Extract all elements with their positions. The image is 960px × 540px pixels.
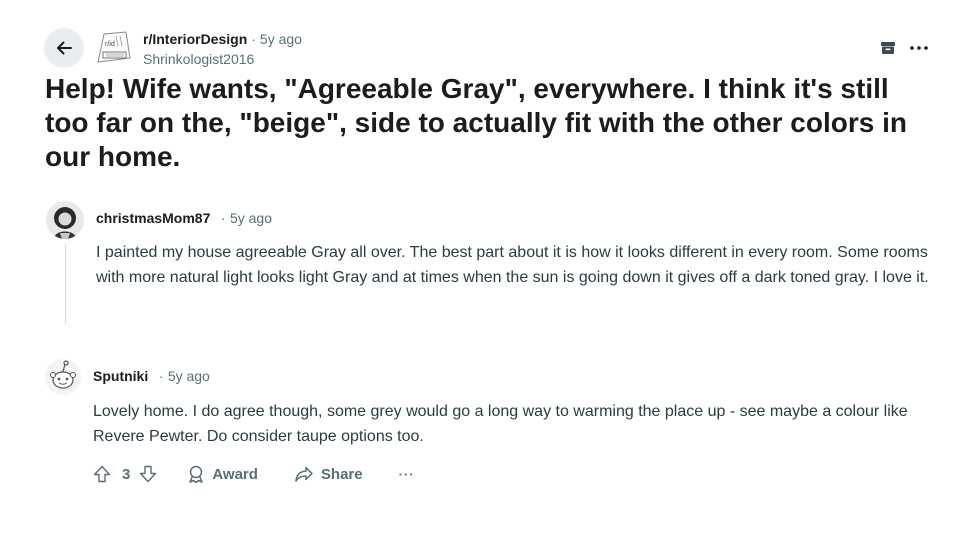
comment-body: I painted my house agreeable Gray all ov…: [96, 244, 929, 286]
post-author[interactable]: Shrinkologist2016: [143, 51, 254, 67]
downvote-button[interactable]: [138, 464, 158, 484]
archive-icon[interactable]: [880, 40, 896, 56]
comment-more-button[interactable]: ···: [399, 467, 415, 482]
award-button[interactable]: Award: [186, 464, 258, 484]
share-icon: [295, 466, 313, 482]
more-options-button[interactable]: [908, 40, 930, 56]
upvote-button[interactable]: [92, 464, 112, 484]
post-meta: r/InteriorDesign · 5y ago: [143, 31, 302, 47]
award-icon: [189, 465, 204, 484]
downvote-arrow-icon: [140, 465, 157, 483]
meta-separator: ·: [251, 31, 256, 47]
share-label: Share: [320, 465, 363, 483]
post-title: Help! Wife wants, "Agreeable Gray", ever…: [45, 73, 907, 172]
comment-body: Lovely home. I do agree though, some gre…: [93, 403, 908, 445]
comment-time: 5y ago: [167, 368, 210, 384]
comment-header: Sputniki · 5y ago: [93, 368, 210, 386]
subreddit-avatar[interactable]: r/id: [94, 28, 134, 64]
more-horizontal-icon: [910, 46, 928, 50]
comment-time: 5y ago: [229, 210, 273, 226]
comment-author[interactable]: christmasMom87: [96, 210, 210, 226]
svg-text:r/id: r/id: [105, 41, 115, 48]
share-button[interactable]: Share: [294, 464, 363, 484]
comment-author[interactable]: Sputniki: [93, 368, 148, 384]
comment-actions: 3 Award Share ···: [92, 462, 415, 486]
award-label: Award: [212, 465, 258, 483]
more-label: ···: [398, 466, 415, 482]
upvote-arrow-icon: [93, 465, 111, 483]
back-button[interactable]: [44, 28, 84, 68]
thread-line: [65, 244, 66, 324]
avatar[interactable]: [46, 201, 84, 239]
meta-separator: ·: [158, 368, 164, 384]
arrow-left-icon: [57, 41, 72, 55]
comment-header: christmasMom87 · 5y ago: [96, 210, 272, 228]
post-time: 5y ago: [259, 31, 302, 47]
vote-count: 3: [122, 465, 131, 483]
meta-separator: ·: [220, 210, 226, 226]
avatar[interactable]: [44, 358, 82, 396]
subreddit-link[interactable]: r/InteriorDesign: [143, 31, 247, 47]
